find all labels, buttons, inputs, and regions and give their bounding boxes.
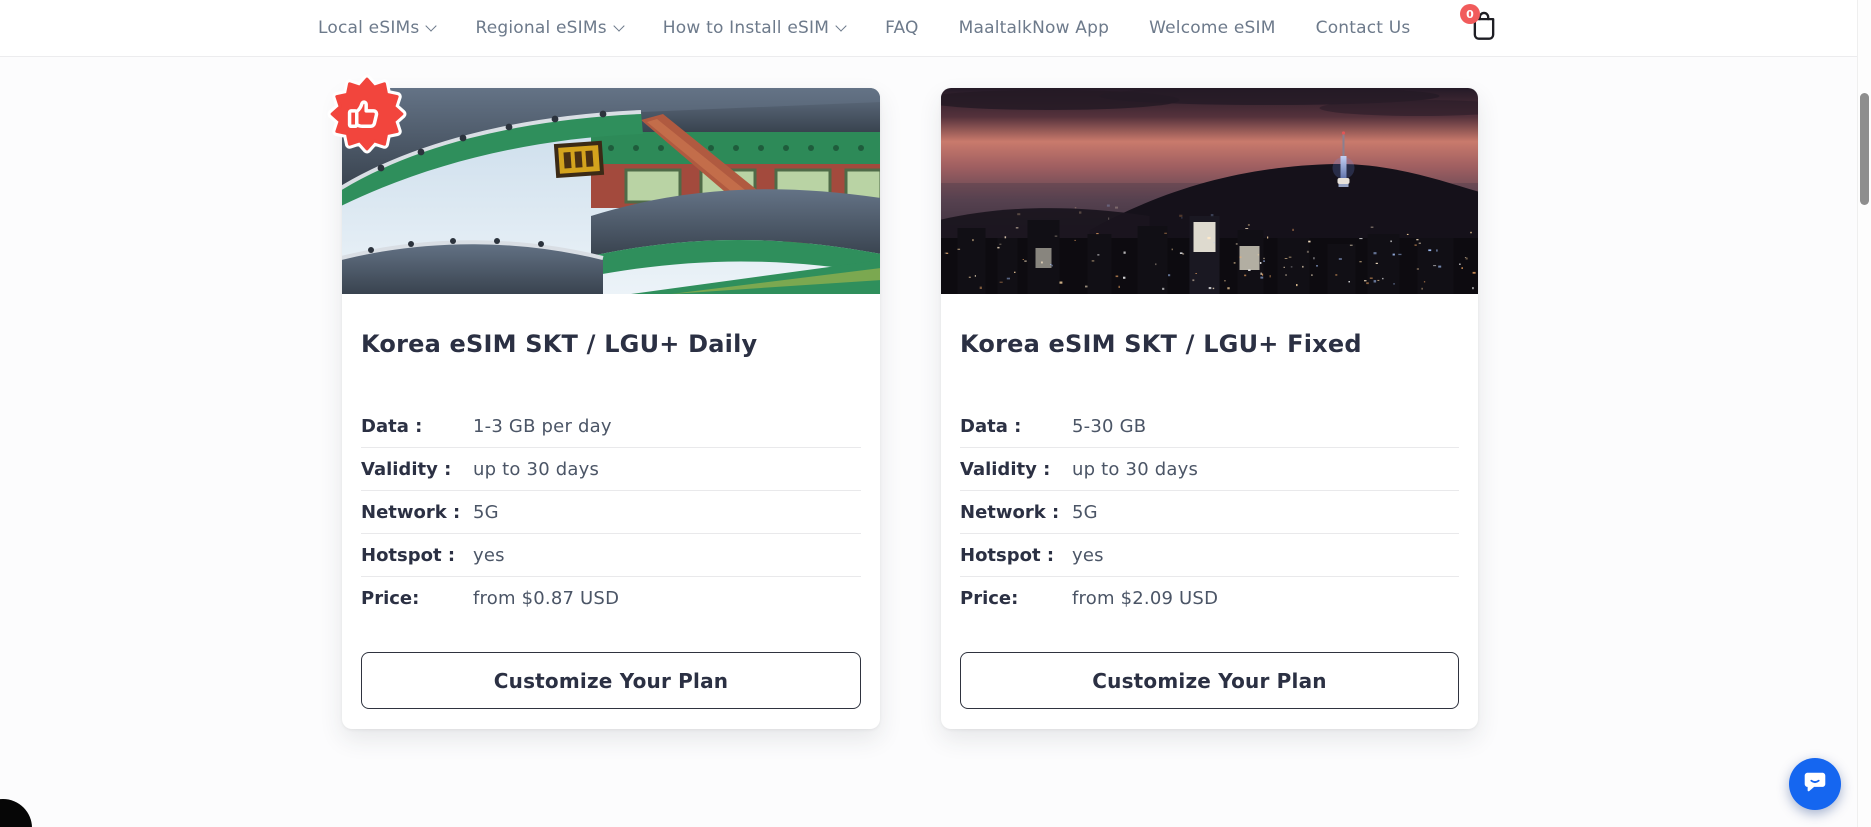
spec-label: Network :	[960, 501, 1060, 523]
spec-row-data: Data : 5-30 GB	[960, 405, 1459, 448]
spec-row-validity: Validity : up to 30 days	[361, 448, 861, 491]
thumbs-up-icon	[326, 74, 408, 159]
product-card-daily: Korea eSIM SKT / LGU+ Daily Data : 1-3 G…	[327, 74, 880, 729]
spec-label: Validity :	[361, 458, 452, 480]
main-navigation: Local eSIMs Regional eSIMs How to Instal…	[318, 0, 1410, 56]
product-image-palace	[342, 88, 880, 294]
chevron-down-icon	[835, 20, 847, 32]
nav-item-regional-esims[interactable]: Regional eSIMs	[475, 18, 625, 38]
cart-button[interactable]: 0	[1460, 4, 1504, 48]
spec-label: Hotspot :	[361, 544, 456, 566]
chevron-down-icon	[425, 20, 438, 32]
product-image-seoul-night	[941, 88, 1478, 294]
spec-table: Data : 5-30 GB Validity : up to 30 days …	[960, 405, 1459, 619]
spec-row-price: Price: from $2.09 USD	[960, 577, 1459, 619]
nav-label: Local eSIMs	[318, 18, 420, 38]
nav-item-how-to-install[interactable]: How to Install eSIM	[662, 18, 847, 38]
nav-item-faq[interactable]: FAQ	[885, 18, 919, 38]
spec-label: Price:	[960, 587, 1019, 609]
spec-value: 1-3 GB per day	[473, 415, 612, 437]
nav-label: How to Install eSIM	[662, 18, 830, 38]
spec-value: 5G	[1072, 501, 1098, 523]
spec-row-hotspot: Hotspot : yes	[960, 534, 1459, 577]
product-title: Korea eSIM SKT / LGU+ Fixed	[960, 330, 1362, 358]
nav-item-local-esims[interactable]: Local eSIMs	[318, 18, 438, 38]
scrollbar-track	[1857, 0, 1871, 827]
spec-value: 5G	[473, 501, 499, 523]
nav-label: Contact Us	[1315, 18, 1411, 38]
spec-label: Price:	[361, 587, 420, 609]
nav-label: Regional eSIMs	[475, 18, 607, 38]
spec-label: Data :	[361, 415, 423, 437]
spec-value: from $0.87 USD	[473, 587, 620, 609]
spec-value: from $2.09 USD	[1072, 587, 1219, 609]
card-body: Korea eSIM SKT / LGU+ Fixed Data : 5-30 …	[941, 329, 1478, 709]
nav-label: FAQ	[885, 18, 919, 38]
spec-value: yes	[473, 544, 505, 566]
product-card-fixed: Korea eSIM SKT / LGU+ Fixed Data : 5-30 …	[941, 88, 1478, 729]
nav-item-welcome-esim[interactable]: Welcome eSIM	[1149, 18, 1276, 38]
spec-value: 5-30 GB	[1072, 415, 1147, 437]
page: Local eSIMs Regional eSIMs How to Instal…	[0, 0, 1871, 827]
spec-row-price: Price: from $0.87 USD	[361, 577, 861, 619]
spec-table: Data : 1-3 GB per day Validity : up to 3…	[361, 405, 861, 619]
site-header: Local eSIMs Regional eSIMs How to Instal…	[0, 0, 1871, 57]
nav-item-contact-us[interactable]: Contact Us	[1316, 18, 1411, 38]
chat-bubble-icon	[1802, 769, 1828, 799]
spec-row-validity: Validity : up to 30 days	[960, 448, 1459, 491]
customize-plan-button[interactable]: Customize Your Plan	[960, 652, 1459, 709]
spec-row-hotspot: Hotspot : yes	[361, 534, 861, 577]
recommended-badge	[326, 73, 408, 155]
chat-launcher-button[interactable]	[1789, 758, 1841, 810]
nav-label: Welcome eSIM	[1149, 18, 1276, 38]
scrollbar-thumb[interactable]	[1860, 93, 1869, 205]
spec-row-network: Network : 5G	[361, 491, 861, 534]
product-title: Korea eSIM SKT / LGU+ Daily	[361, 330, 758, 358]
spec-label: Hotspot :	[960, 544, 1055, 566]
cart-count-badge: 0	[1460, 4, 1480, 24]
spec-label: Data :	[960, 415, 1022, 437]
card-body: Korea eSIM SKT / LGU+ Daily Data : 1-3 G…	[342, 329, 880, 709]
spec-value: yes	[1072, 544, 1104, 566]
spec-value: up to 30 days	[473, 458, 600, 480]
corner-widget-button[interactable]	[0, 799, 32, 827]
spec-row-data: Data : 1-3 GB per day	[361, 405, 861, 448]
nav-item-maaltalknow-app[interactable]: MaaltalkNow App	[959, 18, 1110, 38]
spec-label: Validity :	[960, 458, 1051, 480]
spec-label: Network :	[361, 501, 461, 523]
spec-row-network: Network : 5G	[960, 491, 1459, 534]
nav-label: MaaltalkNow App	[958, 18, 1110, 38]
chevron-down-icon	[613, 20, 625, 32]
customize-plan-button[interactable]: Customize Your Plan	[361, 652, 861, 709]
shopping-bag-icon	[1468, 11, 1500, 46]
spec-value: up to 30 days	[1072, 458, 1199, 480]
